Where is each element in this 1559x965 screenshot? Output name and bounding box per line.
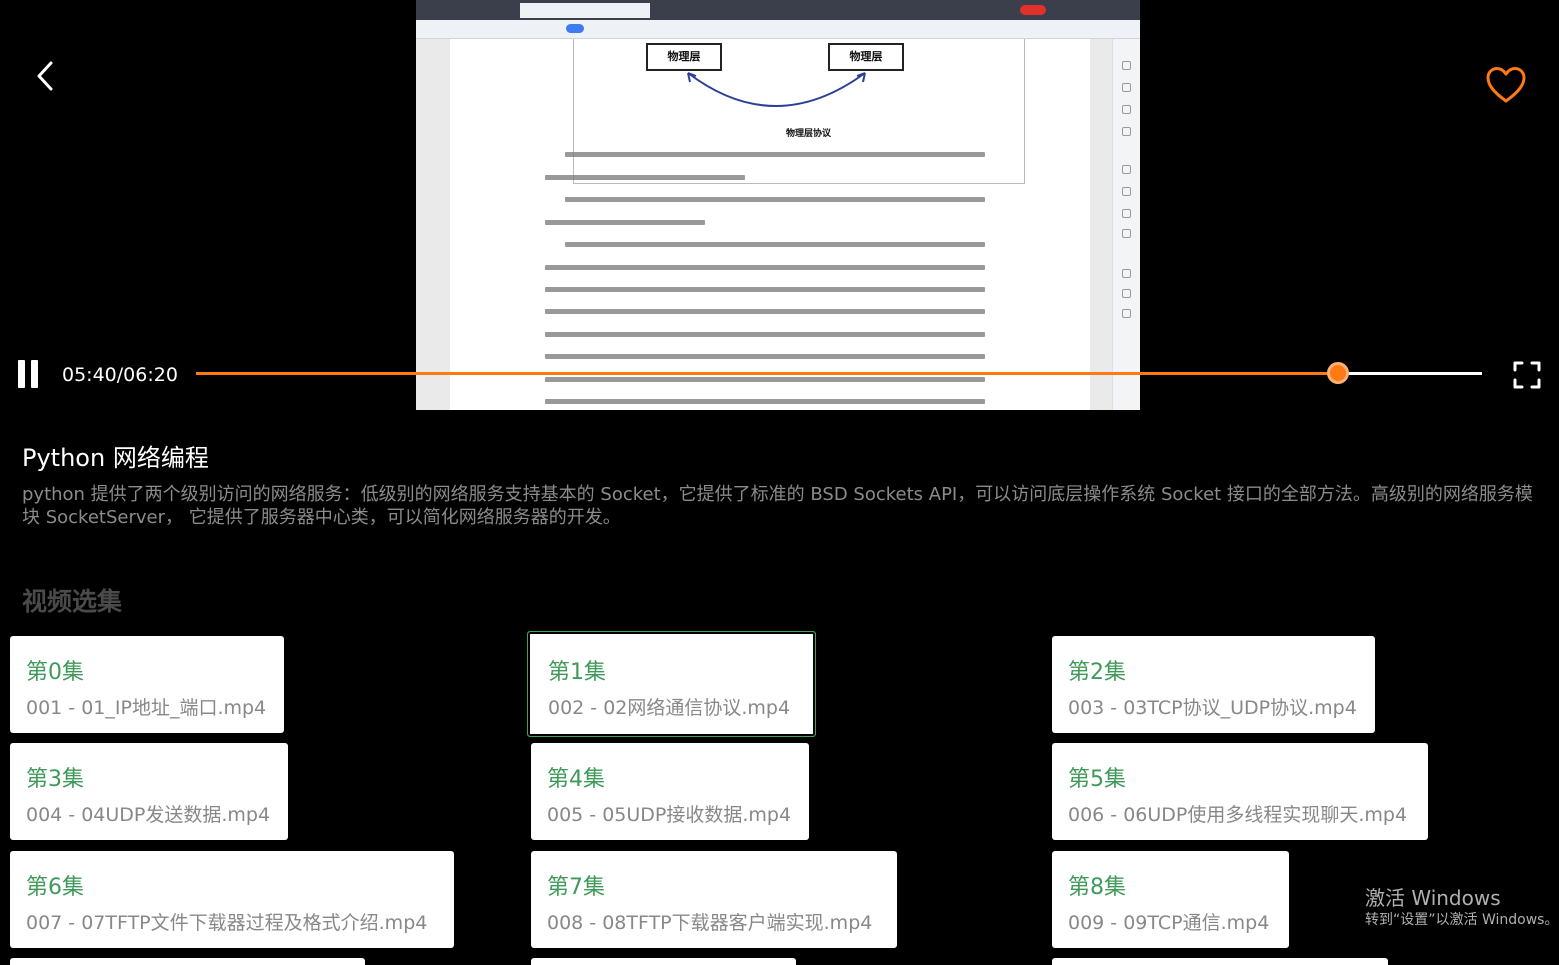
episode-file: 009 - 09TCP通信.mp4 [1068, 912, 1270, 934]
pause-button[interactable] [16, 360, 42, 390]
watermark-title: 激活 Windows [1365, 886, 1501, 910]
episode-card-partial[interactable] [531, 958, 796, 965]
episode-title: 第4集 [547, 767, 605, 792]
episode-card-partial[interactable] [10, 958, 365, 965]
diagram-box-physical-left: 物理层 [646, 43, 722, 71]
episode-card[interactable]: 第5集 006 - 06UDP使用多线程实现聊天.mp4 [1052, 743, 1428, 840]
video-app-ribbon [416, 20, 1140, 39]
back-button[interactable] [30, 58, 62, 94]
heart-icon [1486, 67, 1526, 103]
episode-title: 第7集 [547, 875, 605, 900]
episode-card[interactable]: 第2集 003 - 03TCP协议_UDP协议.mp4 [1052, 636, 1375, 733]
diagram-arrow-label: 物理层协议 [786, 129, 832, 139]
seek-thumb[interactable] [1326, 362, 1349, 384]
fullscreen-button[interactable] [1512, 360, 1542, 390]
seek-bar-played [196, 372, 1338, 375]
episode-file: 003 - 03TCP协议_UDP协议.mp4 [1068, 697, 1357, 719]
episode-title: 第2集 [1068, 660, 1126, 685]
episode-card-partial[interactable] [1052, 958, 1388, 965]
video-player[interactable]: 物理层 物理层 物理层协议 05:40/06:20 [0, 0, 1559, 410]
course-description: python 提供了两个级别访问的网络服务：低级别的网络服务支持基本的 Sock… [22, 484, 1533, 528]
fullscreen-icon [1513, 361, 1541, 389]
episode-file: 008 - 08TFTP下载器客户端实现.mp4 [547, 912, 873, 934]
episode-card[interactable]: 第8集 009 - 09TCP通信.mp4 [1052, 851, 1289, 948]
episode-file: 005 - 05UDP接收数据.mp4 [547, 804, 792, 826]
pause-icon [18, 360, 25, 388]
episode-file: 004 - 04UDP发送数据.mp4 [26, 804, 271, 826]
episode-card[interactable]: 第7集 008 - 08TFTP下载器客户端实现.mp4 [531, 851, 897, 948]
episode-file: 006 - 06UDP使用多线程实现聊天.mp4 [1068, 804, 1408, 826]
windows-activation-watermark: 激活 Windows 转到“设置”以激活 Windows。 [1365, 886, 1558, 930]
watermark-subtitle: 转到“设置”以激活 Windows。 [1365, 912, 1559, 928]
episode-title: 第1集 [548, 660, 606, 685]
episode-title: 第6集 [26, 875, 84, 900]
episode-card[interactable]: 第6集 007 - 07TFTP文件下载器过程及格式介绍.mp4 [10, 851, 454, 948]
pause-icon [31, 360, 38, 388]
chevron-left-icon [37, 61, 53, 91]
episode-title: 第0集 [26, 660, 84, 685]
time-readout: 05:40/06:20 [62, 364, 178, 386]
video-app-tabbar [416, 0, 1140, 20]
episode-file: 002 - 02网络通信协议.mp4 [548, 697, 791, 719]
episode-card[interactable]: 第0集 001 - 01_IP地址_端口.mp4 [10, 636, 284, 733]
favorite-button[interactable] [1486, 66, 1526, 106]
video-frame[interactable]: 物理层 物理层 物理层协议 [416, 0, 1140, 410]
seek-bar[interactable] [196, 362, 1482, 384]
episode-title: 第5集 [1068, 767, 1126, 792]
episode-file: 007 - 07TFTP文件下载器过程及格式介绍.mp4 [26, 912, 428, 934]
diagram-arrow [687, 72, 866, 107]
course-title: Python 网络编程 [22, 444, 209, 472]
episode-card[interactable]: 第1集 002 - 02网络通信协议.mp4 [527, 631, 816, 737]
episode-title: 第8集 [1068, 875, 1126, 900]
episodes-section-title: 视频选集 [22, 587, 123, 616]
diagram-box-physical-right: 物理层 [828, 43, 904, 71]
episode-card[interactable]: 第3集 004 - 04UDP发送数据.mp4 [10, 743, 288, 840]
episode-file: 001 - 01_IP地址_端口.mp4 [26, 697, 267, 719]
diagram-frame [573, 39, 1025, 184]
episode-title: 第3集 [26, 767, 84, 792]
playback-controls: 05:40/06:20 [0, 355, 1559, 395]
episode-card[interactable]: 第4集 005 - 05UDP接收数据.mp4 [531, 743, 809, 840]
